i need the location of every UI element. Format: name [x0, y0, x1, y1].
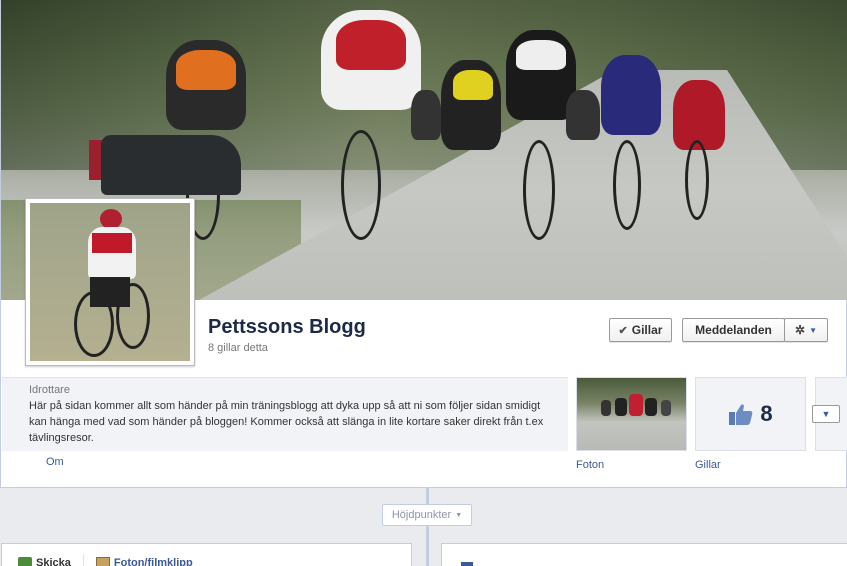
highlights-label: Höjdpunkter	[391, 509, 452, 521]
page-category: Idrottare	[29, 384, 70, 396]
profile-picture[interactable]	[25, 198, 195, 366]
composer-tab-post-label: Skicka	[36, 557, 71, 566]
thumbs-up-icon	[729, 404, 753, 425]
tab-about[interactable]: Om	[46, 456, 64, 468]
chevron-down-icon: ▼	[821, 409, 831, 419]
composer-tab-photo-label: Foton/filmklipp	[113, 557, 193, 566]
about-text: Här på sidan kommer allt som händer på m…	[29, 400, 544, 444]
settings-dropdown-button[interactable]: ✲ ▼	[784, 318, 828, 342]
chevron-down-icon: ▼	[809, 325, 817, 335]
gear-icon: ✲	[795, 323, 806, 337]
page-header: Pettssons Blogg 8 gillar detta ✔ Gillar …	[0, 0, 847, 488]
timeline-spine	[426, 488, 429, 566]
likes-app-count: 8	[760, 401, 773, 426]
about-section[interactable]: Idrottare Här på sidan kommer allt som h…	[2, 377, 568, 451]
composer-tab-post[interactable]: Skicka	[2, 554, 84, 566]
composer-tab-photo[interactable]: Foton/filmklipp	[84, 554, 205, 566]
message-button[interactable]: Meddelanden	[682, 318, 785, 342]
page-title: Pettssons Blogg	[208, 316, 366, 338]
timeline-right-card	[441, 543, 847, 566]
chevron-down-icon: ▼	[455, 511, 463, 519]
photo-icon	[95, 557, 110, 566]
likes-app-thumbnail[interactable]: 8	[695, 377, 806, 451]
tab-photos[interactable]: Foton	[576, 459, 604, 471]
highlights-dropdown[interactable]: Höjdpunkter ▼	[382, 504, 472, 526]
photos-app-thumbnail[interactable]	[576, 377, 687, 451]
checkmark-icon: ✔	[618, 324, 628, 337]
more-apps-button[interactable]: ▼	[812, 405, 840, 423]
like-button-label: Gillar	[631, 323, 663, 337]
likes-count[interactable]: 8 gillar detta	[208, 342, 268, 354]
message-button-label: Meddelanden	[695, 323, 772, 337]
page-icon	[461, 562, 473, 566]
like-button[interactable]: ✔ Gillar	[609, 318, 672, 342]
tab-likes[interactable]: Gillar	[695, 459, 721, 471]
status-icon	[18, 557, 32, 566]
post-composer: Skicka Foton/filmklipp	[1, 543, 412, 566]
